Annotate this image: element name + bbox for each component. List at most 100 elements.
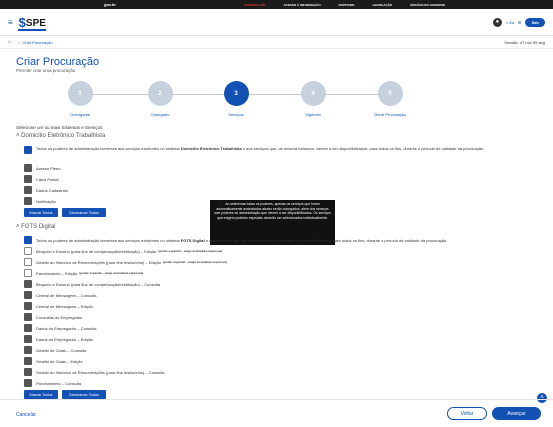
- checkbox-label: Caixa Postal: [36, 176, 59, 182]
- text: da procuração.: [457, 146, 485, 151]
- checkbox[interactable]: [24, 269, 32, 277]
- app-header: ≡ $ SPE ● ◐ Aa ⊞ Sair: [0, 9, 553, 36]
- checkbox-label: Parcelamento – Edição: [36, 270, 78, 276]
- checkbox[interactable]: [24, 146, 32, 154]
- checkbox-label: Parcelamento – Consulta: [36, 380, 81, 386]
- checkbox-label: Dados Cadastrais: [36, 187, 68, 193]
- checkbox-fgts-item[interactable]: Bloqueio e Estorno (para fins de compens…: [24, 280, 160, 288]
- gov-link-participe[interactable]: PARTICIPE: [339, 3, 355, 7]
- mark-all-button-fgts[interactable]: Marcar Todos: [24, 390, 58, 399]
- apps-icon[interactable]: ⊞: [518, 20, 521, 25]
- checkbox-label: Bloqueio e Estorno (para fins de compens…: [36, 248, 157, 254]
- step-vigencia[interactable]: 4 Vigência: [283, 81, 343, 117]
- checkbox[interactable]: [24, 313, 32, 321]
- checkbox-fgts-item[interactable]: Gestão de Guias – Edição: [24, 357, 83, 365]
- checkbox-fgts-item[interactable]: Gestão do Histórico de Remunerações (par…: [24, 368, 165, 376]
- checkbox-dados-cadastrais[interactable]: Dados Cadastrais: [24, 186, 68, 194]
- checkbox-fgts-item[interactable]: Gestão de Guias – Consulta: [24, 346, 86, 354]
- logo-text: SPE: [25, 18, 46, 29]
- checkbox-fgts-item[interactable]: Dados do Empregador – Consulta: [24, 324, 96, 332]
- special-note: (poder especial – exige assinatura expre…: [79, 271, 144, 275]
- checkbox[interactable]: [24, 164, 32, 172]
- checkbox-caixa-postal[interactable]: Caixa Postal: [24, 175, 58, 183]
- checkbox-label: Consultas do Empregador: [36, 314, 83, 320]
- logo[interactable]: $ SPE: [17, 15, 46, 31]
- text: e aos serviços que, de mesma natureza, v…: [205, 237, 448, 243]
- checkbox-fgts-item[interactable]: Parcelamento – Consulta: [24, 379, 81, 387]
- avatar-icon[interactable]: ●: [492, 17, 502, 27]
- unmark-all-button-fgts[interactable]: Desmarcar Todos: [62, 390, 106, 399]
- gov-bar: gov.br COMUNICA BR ACESSO À INFORMAÇÃO P…: [0, 0, 553, 9]
- checkbox-notificacao[interactable]: Notificação: [24, 197, 56, 205]
- accessibility-icon[interactable]: ◐ Aa: [506, 20, 514, 25]
- section-title: FGTS Digital: [21, 224, 56, 230]
- checkbox[interactable]: [24, 357, 32, 365]
- breadcrumb-separator: ›: [18, 39, 20, 45]
- cancel-link[interactable]: Cancelar: [16, 412, 36, 418]
- checkbox[interactable]: [24, 368, 32, 376]
- checkbox-label: Gestão de Guias – Consulta: [36, 347, 87, 353]
- checkbox-label: Gestão de Guias – Edição: [36, 358, 83, 364]
- checkbox[interactable]: [24, 291, 32, 299]
- checkbox[interactable]: [24, 302, 32, 310]
- checkbox-fgts-item[interactable]: Parcelamento – Edição (poder especial – e…: [24, 269, 143, 277]
- page-title: Criar Procuração: [16, 56, 100, 68]
- step-number: 1: [67, 81, 93, 106]
- logout-button[interactable]: Sair: [525, 17, 545, 27]
- menu-icon[interactable]: ≡: [8, 18, 13, 27]
- checkbox-label: Dados do Empregador – Consulta: [36, 325, 97, 331]
- checkbox-fgts-item[interactable]: Dados do Empregador – Edição: [24, 335, 93, 343]
- checkbox[interactable]: [24, 258, 32, 266]
- text: Todos os poderes de administração ineren…: [36, 146, 180, 151]
- checkbox[interactable]: [24, 236, 32, 244]
- home-icon[interactable]: ⌂: [8, 39, 11, 45]
- unmark-all-button-det[interactable]: Desmarcar Todos: [62, 208, 106, 217]
- checkbox-fgts-item[interactable]: Consultas do Empregador: [24, 313, 82, 321]
- checkbox-fgts-item[interactable]: Central de Mensagens – Consulta: [24, 291, 96, 299]
- checkbox-label: Gestão do Histórico de Remunerações (par…: [36, 259, 161, 265]
- checkbox-fgts-item[interactable]: Bloqueio e Estorno (para fins de compens…: [24, 247, 222, 255]
- checkbox[interactable]: [24, 346, 32, 354]
- checkbox-label: Dados do Empregador – Edição: [36, 336, 93, 342]
- checkbox[interactable]: [24, 335, 32, 343]
- checkbox[interactable]: [24, 186, 32, 194]
- checkbox-all-det[interactable]: Todos os poderes de administração ineren…: [24, 146, 544, 154]
- gov-link-acesso[interactable]: ACESSO À INFORMAÇÃO: [284, 3, 321, 7]
- next-button[interactable]: Avançar: [492, 407, 541, 420]
- text: Todos os poderes de administração ineren…: [36, 237, 180, 243]
- step-label: Outorgante: [69, 112, 90, 117]
- gov-link-orgaos[interactable]: ÓRGÃOS DO GOVERNO: [410, 3, 445, 7]
- mark-all-button-det[interactable]: Marcar Todos: [24, 208, 58, 217]
- page-subtitle: Permite criar uma procuração: [16, 68, 76, 73]
- checkbox[interactable]: [24, 247, 32, 255]
- checkbox[interactable]: [24, 379, 32, 387]
- checkbox[interactable]: [24, 175, 32, 183]
- checkbox[interactable]: [24, 324, 32, 332]
- back-button[interactable]: Voltar: [447, 407, 487, 420]
- step-gerar-procuracao[interactable]: 5 Gerar Procuração: [360, 81, 420, 117]
- step-label: Outorgado: [150, 112, 170, 117]
- gov-brand[interactable]: gov.br: [104, 2, 116, 7]
- step-outorgante[interactable]: 1 Outorgante: [50, 81, 110, 117]
- breadcrumb: ⌂ › Criar Procuração Sessão: 47 min 55 s…: [0, 36, 553, 49]
- step-outorgado[interactable]: 2 Outorgado: [130, 81, 190, 117]
- section-header-fgts[interactable]: ˄ FGTS Digital: [16, 224, 56, 230]
- section-header-det[interactable]: ˄ Domicílio Eletrônico Trabalhista: [16, 133, 105, 139]
- step-label: Serviços: [228, 112, 244, 117]
- logo-mark: $: [18, 15, 26, 30]
- special-note: (poder especial – exige assinatura expre…: [162, 260, 227, 264]
- gov-link-legislacao[interactable]: LEGISLAÇÃO: [372, 3, 392, 7]
- session-timer: Sessão: 47 min 55 seg: [504, 39, 545, 45]
- checkbox-label: Central de Mensagens – Consulta: [36, 292, 97, 298]
- checkbox-fgts-item[interactable]: Gestão do Histórico de Remunerações (par…: [24, 258, 227, 266]
- gov-campaign[interactable]: COMUNICA BR: [244, 3, 266, 7]
- checkbox-all-fgts[interactable]: Todos os poderes de administração ineren…: [24, 236, 447, 244]
- text-bold: Domicílio Eletrônico Trabalhista: [180, 146, 242, 151]
- checkbox-acesso-pleno[interactable]: Acesso Pleno: [24, 164, 60, 172]
- checkbox[interactable]: [24, 197, 32, 205]
- checkbox[interactable]: [24, 280, 32, 288]
- special-note: (poder especial – exige assinatura expre…: [158, 249, 223, 253]
- step-number: 4: [300, 81, 326, 106]
- checkbox-fgts-item[interactable]: Central de Mensagens – Edição: [24, 302, 93, 310]
- step-servicos[interactable]: 3 Serviços: [206, 81, 266, 117]
